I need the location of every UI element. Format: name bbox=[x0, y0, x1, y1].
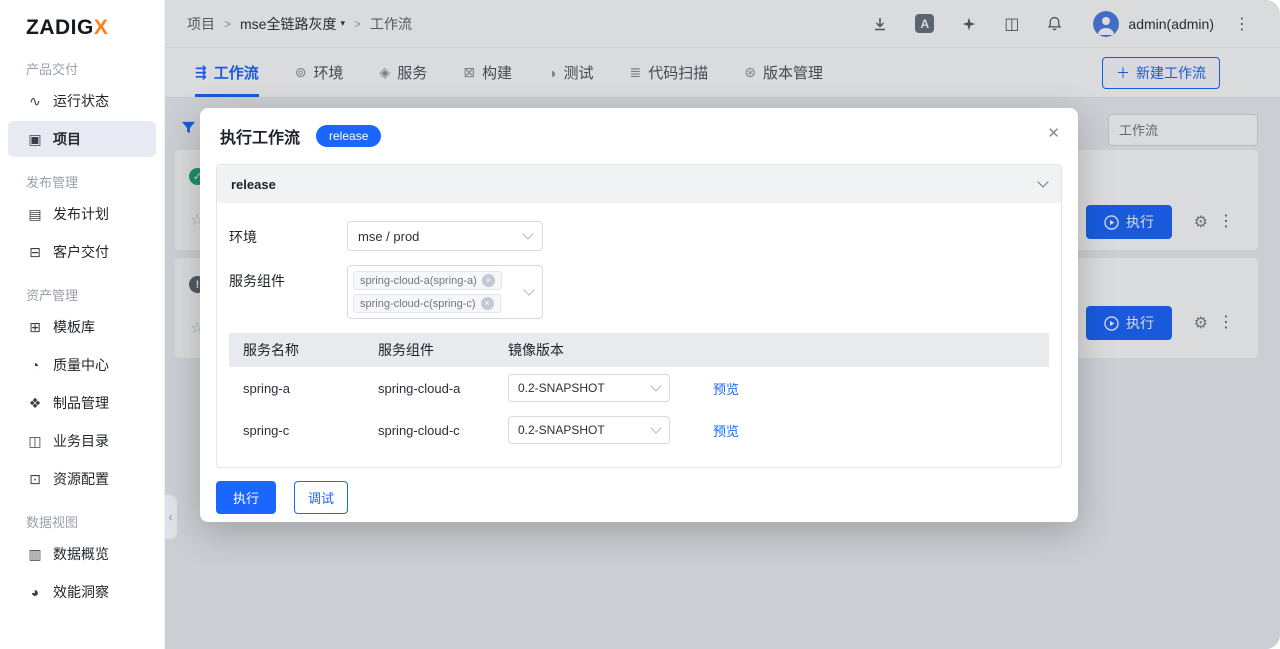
run-workflow-dialog: 执行工作流 release ✕ release 环境 mse / prod 服务… bbox=[200, 108, 1078, 522]
modal-run-button[interactable]: 执行 bbox=[216, 481, 277, 514]
artifact-icon: ❖ bbox=[28, 394, 42, 411]
stage-panel-body: 环境 mse / prod 服务组件 spring-cloud-a(spring… bbox=[217, 203, 1061, 467]
release-plan-icon: ▤ bbox=[28, 205, 42, 222]
service-tag: spring-cloud-c(spring-c) × bbox=[353, 294, 501, 313]
sidebar-item-artifact-management[interactable]: ❖ 制品管理 bbox=[8, 385, 156, 421]
sidebar-item-template-library[interactable]: ⊞ 模板库 bbox=[8, 309, 156, 345]
env-select[interactable]: mse / prod bbox=[347, 221, 543, 251]
table-header-component: 服务组件 bbox=[378, 342, 434, 358]
component-cell: spring-cloud-c bbox=[378, 422, 460, 438]
sidebar-item-resource-config[interactable]: ⊡ 资源配置 bbox=[8, 461, 156, 497]
table-row: spring-c spring-cloud-c 0.2-SNAPSHOT 预览 bbox=[229, 409, 1049, 451]
close-icon[interactable]: ✕ bbox=[1047, 124, 1060, 142]
sidebar-section-data-view: 数据视图 bbox=[26, 515, 79, 530]
sidebar-item-label: 制品管理 bbox=[53, 395, 109, 411]
stage-panel-title: release bbox=[231, 176, 276, 192]
resource-icon: ⊡ bbox=[29, 470, 41, 487]
sidebar-item-label: 资源配置 bbox=[53, 471, 109, 487]
stage-panel: release 环境 mse / prod 服务组件 spring-cloud-… bbox=[216, 164, 1062, 468]
selected-env-value: mse / prod bbox=[358, 228, 420, 244]
service-name-cell: spring-a bbox=[243, 380, 290, 396]
sidebar-section-asset-management: 资产管理 bbox=[26, 288, 79, 303]
chevron-down-icon bbox=[650, 380, 662, 392]
dialog-footer: 执行 调试 bbox=[200, 468, 1078, 527]
catalog-icon: ◫ bbox=[28, 432, 42, 449]
chevron-down-icon bbox=[650, 422, 662, 434]
tag-remove-icon[interactable]: × bbox=[481, 274, 495, 287]
preview-link[interactable]: 预览 bbox=[713, 421, 739, 440]
insight-icon: ◕ bbox=[30, 584, 40, 600]
version-select[interactable]: 0.2-SNAPSHOT bbox=[508, 416, 670, 444]
sidebar-item-label: 客户交付 bbox=[53, 244, 109, 260]
quality-icon: ◔ bbox=[30, 357, 40, 373]
services-multiselect[interactable]: spring-cloud-a(spring-a) × spring-cloud-… bbox=[347, 265, 543, 319]
sidebar-item-run-status[interactable]: ∿ 运行状态 bbox=[8, 83, 156, 119]
table-header-row: 服务名称 服务组件 镜像版本 bbox=[229, 333, 1049, 367]
brand-logo-accent: X bbox=[93, 16, 109, 39]
sidebar-item-projects[interactable]: ▣ 项目 bbox=[8, 121, 156, 157]
sidebar-section-product-delivery: 产品交付 bbox=[26, 62, 79, 77]
service-tag: spring-cloud-a(spring-a) × bbox=[353, 271, 502, 290]
sidebar-item-performance-insight[interactable]: ◕ 效能洞察 bbox=[8, 574, 156, 610]
chevron-down-icon bbox=[522, 228, 534, 240]
services-label: 服务组件 bbox=[229, 273, 285, 289]
customer-delivery-icon: ⊟ bbox=[29, 243, 41, 260]
sidebar-section-release-management: 发布管理 bbox=[26, 175, 79, 190]
service-name-cell: spring-c bbox=[243, 422, 290, 438]
app-window: ZADIGX 产品交付 ∿ 运行状态 ▣ 项目 发布管理 ▤ 发布计划 ⊟ 客户… bbox=[0, 0, 1280, 649]
sidebar-item-label: 运行状态 bbox=[53, 93, 109, 109]
brand-logo-text: ZADIG bbox=[26, 16, 94, 39]
services-row: 服务组件 spring-cloud-a(spring-a) × spring-c… bbox=[229, 265, 1049, 319]
services-table: 服务名称 服务组件 镜像版本 spring-a spring-cloud-a 0… bbox=[229, 333, 1049, 451]
brand-logo[interactable]: ZADIGX bbox=[0, 0, 164, 44]
chevron-down-icon bbox=[523, 284, 535, 296]
data-overview-icon: ▥ bbox=[28, 545, 42, 562]
tag-remove-icon[interactable]: × bbox=[480, 297, 494, 310]
sidebar-item-label: 效能洞察 bbox=[53, 584, 109, 600]
selected-version-value: 0.2-SNAPSHOT bbox=[518, 381, 605, 395]
sidebar-item-label: 数据概览 bbox=[53, 546, 109, 562]
selected-version-value: 0.2-SNAPSHOT bbox=[518, 423, 605, 437]
sidebar-collapse-handle[interactable]: ‹ bbox=[164, 495, 177, 539]
sidebar-item-label: 发布计划 bbox=[53, 206, 109, 222]
sidebar-item-quality-center[interactable]: ◔ 质量中心 bbox=[8, 347, 156, 383]
project-icon: ▣ bbox=[28, 130, 42, 147]
modal-debug-button[interactable]: 调试 bbox=[294, 481, 349, 514]
sidebar-item-label: 业务目录 bbox=[53, 433, 109, 449]
sidebar-item-label: 项目 bbox=[53, 131, 81, 147]
table-row: spring-a spring-cloud-a 0.2-SNAPSHOT 预览 bbox=[229, 367, 1049, 409]
sidebar-item-release-plan[interactable]: ▤ 发布计划 bbox=[8, 196, 156, 232]
table-header-image-version: 镜像版本 bbox=[508, 342, 564, 358]
template-icon: ⊞ bbox=[29, 318, 41, 335]
sidebar-item-data-overview[interactable]: ▥ 数据概览 bbox=[8, 536, 156, 572]
workflow-badge: release bbox=[316, 125, 382, 147]
sidebar-item-label: 质量中心 bbox=[53, 357, 109, 373]
sidebar-item-business-catalog[interactable]: ◫ 业务目录 bbox=[8, 423, 156, 459]
version-select[interactable]: 0.2-SNAPSHOT bbox=[508, 374, 670, 402]
sidebar: ZADIGX 产品交付 ∿ 运行状态 ▣ 项目 发布管理 ▤ 发布计划 ⊟ 客户… bbox=[0, 0, 165, 649]
preview-link[interactable]: 预览 bbox=[713, 379, 739, 398]
env-label: 环境 bbox=[229, 229, 257, 245]
sidebar-item-customer-delivery[interactable]: ⊟ 客户交付 bbox=[8, 234, 156, 270]
dialog-header: 执行工作流 release bbox=[200, 108, 1078, 158]
sidebar-item-label: 模板库 bbox=[53, 319, 95, 335]
env-row: 环境 mse / prod bbox=[229, 221, 1049, 251]
dialog-title: 执行工作流 bbox=[220, 130, 301, 147]
table-header-service-name: 服务名称 bbox=[243, 342, 299, 358]
waveform-icon: ∿ bbox=[29, 92, 41, 109]
stage-panel-header[interactable]: release bbox=[217, 165, 1061, 203]
component-cell: spring-cloud-a bbox=[378, 380, 461, 396]
chevron-down-icon bbox=[1037, 176, 1049, 188]
